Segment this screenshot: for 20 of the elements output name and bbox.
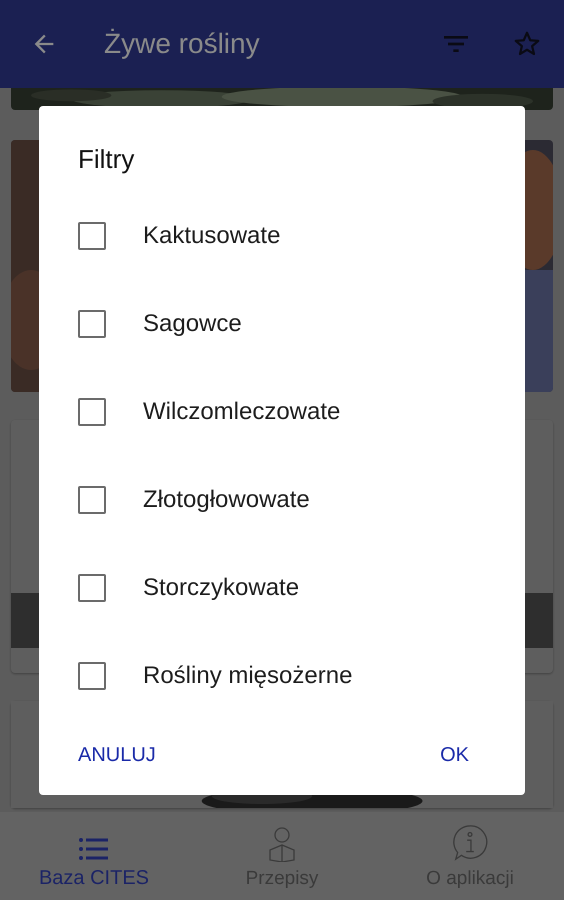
checkbox[interactable] [78,398,106,426]
person-reading-icon [268,826,296,862]
option-label: Wilczomleczowate [143,398,340,426]
option-label: Rośliny mięsożerne [143,662,352,690]
checkbox[interactable] [78,662,106,690]
option-label: Storczykowate [143,574,300,602]
option-label: Sagowce [143,310,242,338]
checkbox[interactable] [78,310,106,338]
checkbox[interactable] [78,486,106,514]
checkbox[interactable] [78,222,106,250]
option-label: Złotogłowowate [143,486,310,514]
info-icon [451,824,489,862]
nav-tab[interactable]: Baza CITES [0,812,188,900]
screen-title: Żywe rośliny [104,28,261,60]
dialog-title: Filtry [78,144,136,176]
ok-button[interactable]: OK [434,740,475,771]
cancel-button[interactable]: ANULUJ [78,740,156,771]
option-label: Kaktusowate [143,222,280,250]
checkbox[interactable] [78,574,106,602]
list-icon [78,837,110,861]
